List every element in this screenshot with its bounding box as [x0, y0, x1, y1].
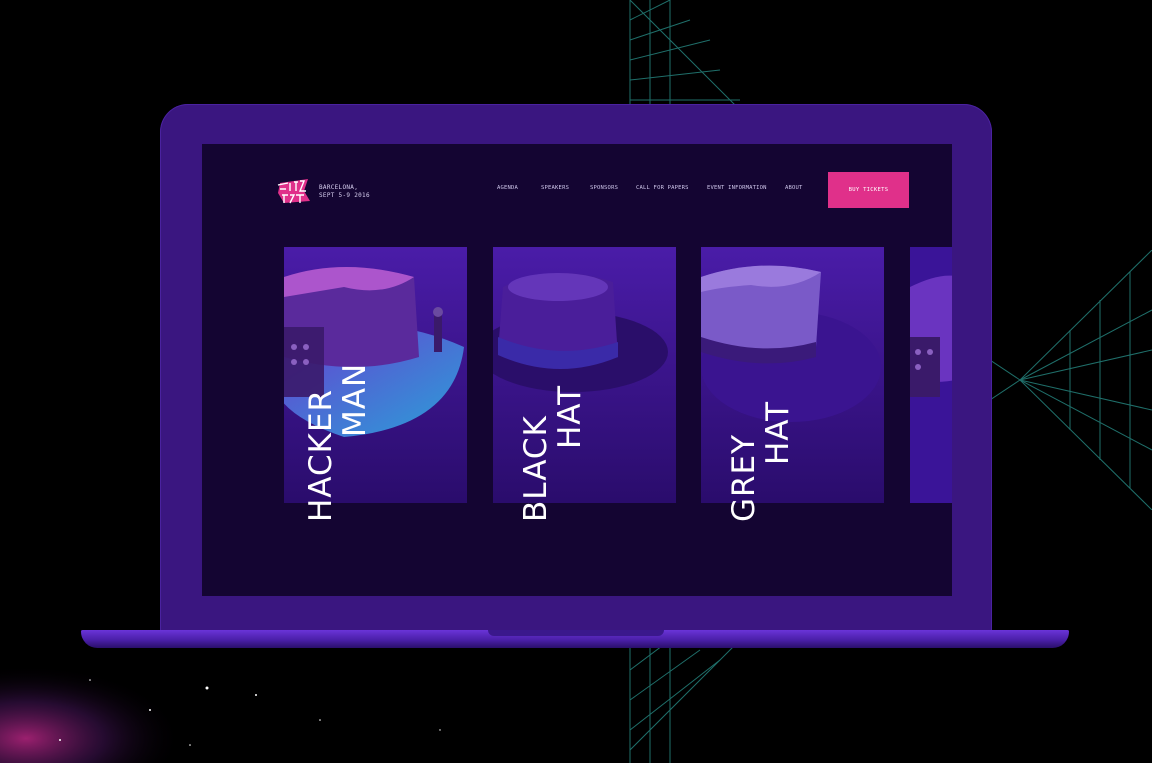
- nebula-background: [0, 640, 441, 763]
- hacker-hat-icon: [910, 247, 952, 503]
- hat-title-line1: BLACK: [518, 415, 554, 522]
- wireframe-grid-bottom: [629, 640, 741, 763]
- hat-title-line2: HAT: [760, 400, 796, 465]
- nav-item-event-information[interactable]: EVENT INFORMATION: [707, 185, 767, 191]
- hat-title-line2: HAT: [552, 384, 588, 449]
- wireframe-grid-right: [990, 250, 1152, 510]
- hat-title-line2: MAN: [337, 362, 373, 437]
- location-dates: SEPT 5-9 2016: [319, 192, 370, 199]
- event-location: BARCELONA, SEPT 5-9 2016: [319, 184, 389, 200]
- hat-card-hacker-man[interactable]: HACKER MAN: [284, 247, 467, 522]
- website-screen: BARCELONA, SEPT 5-9 2016 AGENDA SPEAKERS…: [202, 144, 952, 596]
- hat-card-grey-hat[interactable]: GREY HAT: [701, 247, 884, 522]
- hat-card-black-hat[interactable]: BLACK HAT: [493, 247, 676, 522]
- buy-tickets-button[interactable]: BUY TICKETS: [828, 172, 909, 208]
- nav-item-speakers[interactable]: SPEAKERS: [541, 185, 569, 191]
- laptop-notch: [488, 630, 664, 636]
- hat-title-line1: HACKER: [303, 388, 339, 522]
- nav-item-sponsors[interactable]: SPONSORS: [590, 185, 618, 191]
- hat-card-partial[interactable]: [910, 247, 952, 503]
- nav-item-call-for-papers[interactable]: CALL FOR PAPERS: [636, 185, 689, 191]
- nav-item-agenda[interactable]: AGENDA: [497, 185, 518, 191]
- wireframe-grid-top: [629, 0, 741, 110]
- hat-title-line1: GREY: [726, 433, 762, 522]
- location-city: BARCELONA,: [319, 184, 359, 191]
- mockup-stage: BARCELONA, SEPT 5-9 2016 AGENDA SPEAKERS…: [0, 0, 1152, 763]
- nav-item-about[interactable]: ABOUT: [785, 185, 803, 191]
- fullstack-fest-logo[interactable]: [274, 177, 314, 205]
